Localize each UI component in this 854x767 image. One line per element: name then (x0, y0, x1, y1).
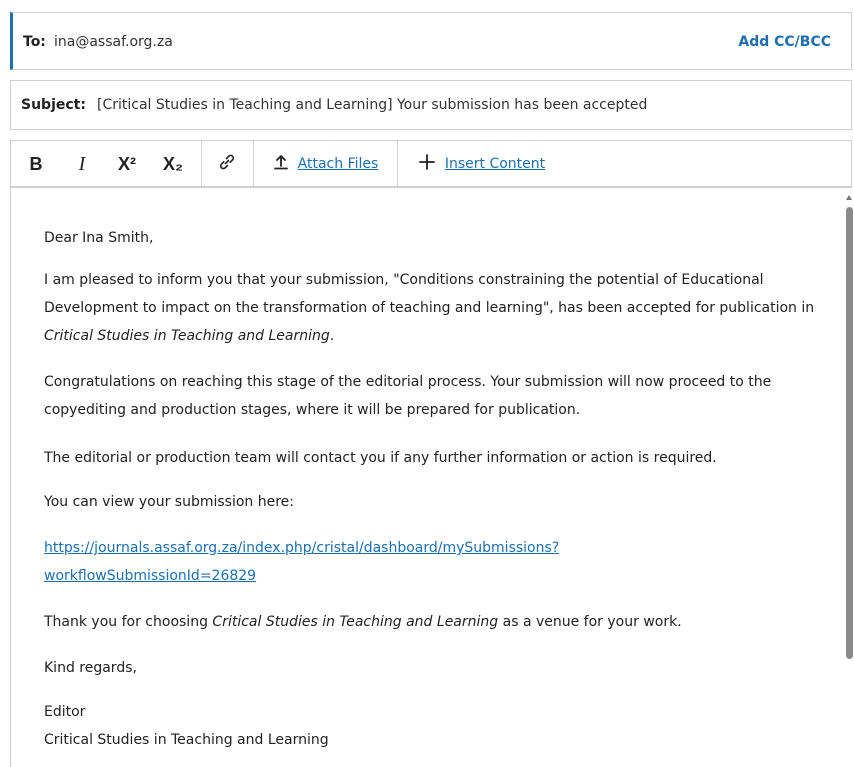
plus-icon (418, 154, 435, 174)
acceptance-text: I am pleased to inform you that your sub… (44, 272, 815, 316)
email-paragraph-congratulations: Congratulations on reaching this stage o… (44, 374, 772, 418)
submission-link-line2[interactable]: workflowSubmissionId=26829 (44, 568, 256, 584)
toolbar-divider (397, 141, 398, 187)
submission-link[interactable]: https://journals.assaf.org.za/index.php/… (44, 534, 834, 590)
toolbar-divider (253, 141, 254, 187)
subject-label: Subject: (21, 97, 86, 113)
editor-toolbar: B I X² X₂ Attach Files Insert Content (10, 140, 852, 188)
thanks-text-end: as a venue for your work. (498, 614, 682, 630)
toolbar-divider (201, 141, 202, 187)
email-paragraph-acceptance: I am pleased to inform you that your sub… (44, 266, 834, 350)
link-button[interactable] (209, 141, 245, 187)
link-icon (217, 152, 237, 176)
subject-field-row[interactable]: Subject: [Critical Studies in Teaching a… (10, 80, 852, 130)
email-paragraph-thanks: Thank you for choosing Critical Studies … (44, 608, 834, 636)
scroll-up-arrow-icon[interactable] (846, 195, 852, 200)
attach-files-label: Attach Files (297, 156, 379, 172)
email-greeting: Dear Ina Smith, (44, 230, 154, 246)
to-field-row[interactable]: To: ina@assaf.org.za Add CC/BCC (10, 12, 852, 70)
attach-files-button[interactable]: Attach Files (263, 141, 387, 187)
signature-journal: Critical Studies in Teaching and Learnin… (44, 732, 329, 748)
email-paragraph-contact: The editorial or production team will co… (44, 450, 717, 466)
email-signature: Editor Critical Studies in Teaching and L… (44, 698, 834, 754)
email-paragraph-view: You can view your submission here: (44, 494, 295, 510)
journal-name: Critical Studies in Teaching and Learnin… (212, 614, 499, 630)
thanks-text-start: Thank you for choosing (44, 614, 213, 630)
italic-button[interactable]: I (67, 141, 97, 187)
to-recipient[interactable]: ina@assaf.org.za (54, 34, 173, 50)
insert-content-label: Insert Content (444, 156, 546, 172)
submission-link-line1[interactable]: https://journals.assaf.org.za/index.php/… (44, 540, 559, 556)
superscript-button[interactable]: X² (109, 141, 145, 187)
subscript-button[interactable]: X₂ (155, 141, 191, 187)
acceptance-end: . (329, 328, 335, 344)
upload-icon (272, 153, 290, 175)
to-label: To: (23, 34, 46, 50)
insert-content-button[interactable]: Insert Content (409, 141, 555, 187)
bold-button[interactable]: B (19, 141, 53, 187)
scrollbar-thumb[interactable] (846, 207, 853, 659)
journal-name: Critical Studies in Teaching and Learnin… (44, 328, 330, 344)
add-cc-bcc-button[interactable]: Add CC/BCC (738, 34, 831, 50)
email-regards: Kind regards, (44, 660, 137, 676)
subject-input[interactable]: [Critical Studies in Teaching and Learni… (97, 97, 647, 113)
signature-role: Editor (44, 704, 86, 720)
